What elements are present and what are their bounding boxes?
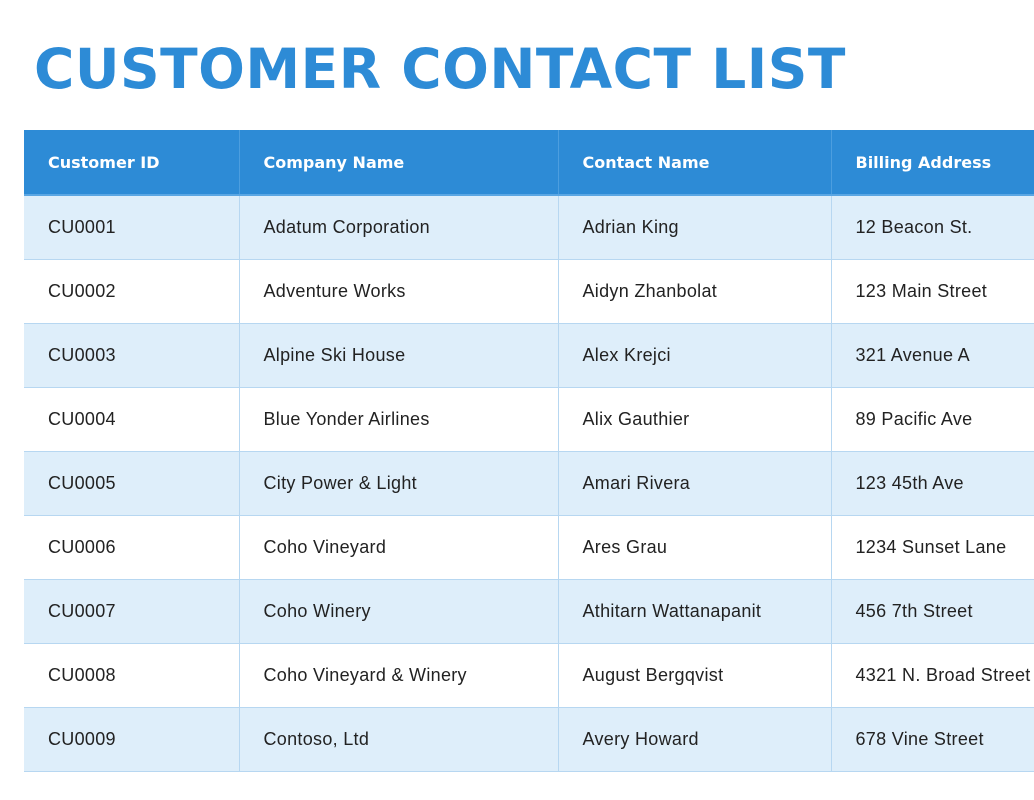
company-name-cell[interactable]: Blue Yonder Airlines — [239, 387, 559, 452]
table-row: CU0005 City Power & Light Amari Rivera 1… — [24, 451, 1034, 516]
column-header-customer-id[interactable]: Customer ID — [24, 130, 240, 196]
table-row: CU0002 Adventure Works Aidyn Zhanbolat 1… — [24, 259, 1034, 324]
customer-id-cell[interactable]: CU0007 — [24, 579, 240, 644]
company-name-cell[interactable]: Coho Vineyard — [239, 515, 559, 580]
table-row: CU0007 Coho Winery Athitarn Wattanapanit… — [24, 579, 1034, 644]
billing-address-cell[interactable]: 4321 N. Broad Street — [831, 643, 1034, 708]
company-name-cell[interactable]: Alpine Ski House — [239, 323, 559, 388]
page-title: CUSTOMER CONTACT LIST — [34, 37, 846, 101]
billing-address-cell[interactable]: 321 Avenue A — [831, 323, 1034, 388]
table-row: CU0009 Contoso, Ltd Avery Howard 678 Vin… — [24, 707, 1034, 772]
customer-id-cell[interactable]: CU0006 — [24, 515, 240, 580]
contact-name-cell[interactable]: Athitarn Wattanapanit — [558, 579, 832, 644]
billing-address-cell[interactable]: 123 45th Ave — [831, 451, 1034, 516]
contact-name-cell[interactable]: Ares Grau — [558, 515, 832, 580]
customer-contact-table: Customer ID Company Name Contact Name Bi… — [24, 130, 1034, 772]
table-row: CU0004 Blue Yonder Airlines Alix Gauthie… — [24, 387, 1034, 452]
billing-address-cell[interactable]: 123 Main Street — [831, 259, 1034, 324]
contact-name-cell[interactable]: Adrian King — [558, 195, 832, 260]
billing-address-cell[interactable]: 1234 Sunset Lane — [831, 515, 1034, 580]
billing-address-cell[interactable]: 678 Vine Street — [831, 707, 1034, 772]
customer-table-container: Customer ID Company Name Contact Name Bi… — [24, 130, 1034, 772]
billing-address-cell[interactable]: 456 7th Street — [831, 579, 1034, 644]
contact-name-cell[interactable]: August Bergqvist — [558, 643, 832, 708]
contact-name-cell[interactable]: Avery Howard — [558, 707, 832, 772]
column-header-billing-address[interactable]: Billing Address — [831, 130, 1034, 196]
contact-name-cell[interactable]: Alix Gauthier — [558, 387, 832, 452]
customer-id-cell[interactable]: CU0002 — [24, 259, 240, 324]
billing-address-cell[interactable]: 89 Pacific Ave — [831, 387, 1034, 452]
company-name-cell[interactable]: Adatum Corporation — [239, 195, 559, 260]
customer-id-cell[interactable]: CU0004 — [24, 387, 240, 452]
contact-name-cell[interactable]: Amari Rivera — [558, 451, 832, 516]
company-name-cell[interactable]: Coho Vineyard & Winery — [239, 643, 559, 708]
customer-id-cell[interactable]: CU0009 — [24, 707, 240, 772]
table-row: CU0006 Coho Vineyard Ares Grau 1234 Suns… — [24, 515, 1034, 580]
customer-id-cell[interactable]: CU0005 — [24, 451, 240, 516]
table-row: CU0003 Alpine Ski House Alex Krejci 321 … — [24, 323, 1034, 388]
customer-id-cell[interactable]: CU0008 — [24, 643, 240, 708]
contact-name-cell[interactable]: Aidyn Zhanbolat — [558, 259, 832, 324]
table-row: CU0001 Adatum Corporation Adrian King 12… — [24, 195, 1034, 260]
company-name-cell[interactable]: Contoso, Ltd — [239, 707, 559, 772]
table-header-row: Customer ID Company Name Contact Name Bi… — [24, 130, 1034, 196]
company-name-cell[interactable]: City Power & Light — [239, 451, 559, 516]
contact-name-cell[interactable]: Alex Krejci — [558, 323, 832, 388]
customer-id-cell[interactable]: CU0003 — [24, 323, 240, 388]
billing-address-cell[interactable]: 12 Beacon St. — [831, 195, 1034, 260]
company-name-cell[interactable]: Coho Winery — [239, 579, 559, 644]
table-row: CU0008 Coho Vineyard & Winery August Ber… — [24, 643, 1034, 708]
column-header-contact-name[interactable]: Contact Name — [558, 130, 832, 196]
column-header-company-name[interactable]: Company Name — [239, 130, 559, 196]
customer-id-cell[interactable]: CU0001 — [24, 195, 240, 260]
company-name-cell[interactable]: Adventure Works — [239, 259, 559, 324]
